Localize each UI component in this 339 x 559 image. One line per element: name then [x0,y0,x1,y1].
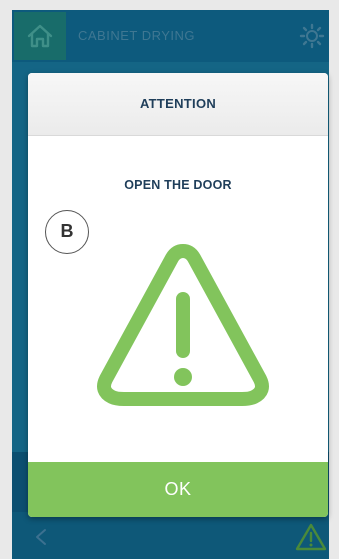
dialog-message: OPEN THE DOOR [124,178,232,192]
app-header: CABINET DRYING [12,10,329,62]
warning-triangle-icon [295,523,327,551]
warning-triangle-icon [97,244,269,406]
back-button[interactable] [34,528,48,546]
attention-dialog: ATTENTION OPEN THE DOOR B OK [28,73,328,517]
home-icon [27,24,53,48]
callout-marker: B [45,210,89,254]
ok-button-label: OK [164,479,192,499]
ok-button[interactable]: OK [28,462,328,517]
gear-icon [299,23,325,49]
app-footer [12,512,329,559]
app-title: CABINET DRYING [78,28,196,43]
callout-label: B [60,221,74,241]
dialog-title: ATTENTION [139,96,217,111]
settings-button[interactable] [299,23,325,49]
home-button[interactable] [14,12,66,60]
dialog-header: ATTENTION [28,73,328,136]
footer-warning-button[interactable] [295,522,327,552]
chevron-left-icon [36,529,46,545]
